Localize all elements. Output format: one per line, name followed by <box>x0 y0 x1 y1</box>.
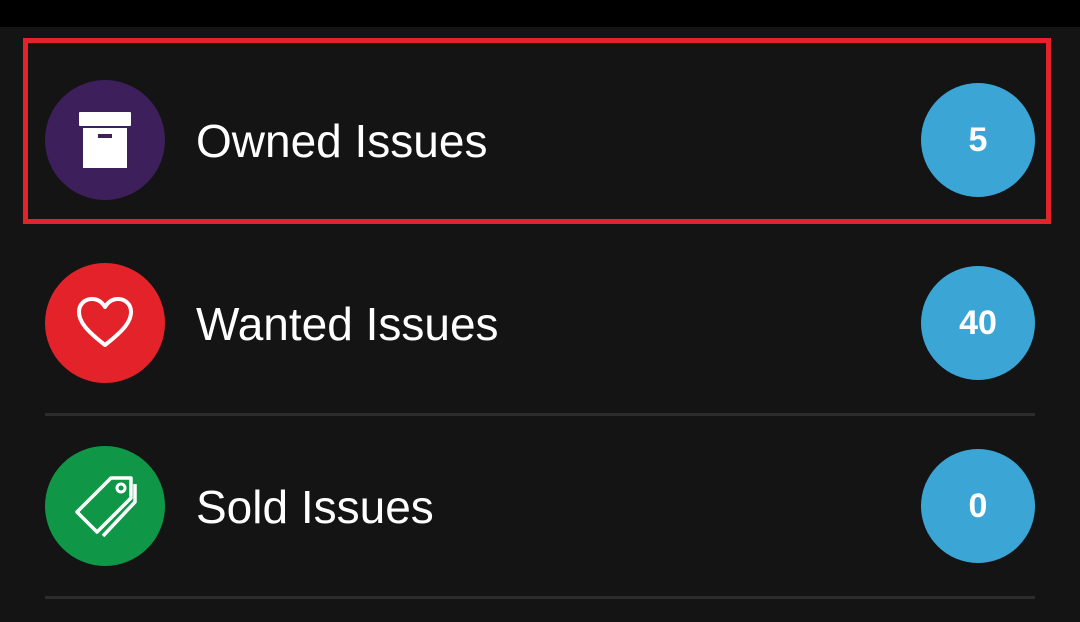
owned-issues-icon-circle <box>45 80 165 200</box>
wanted-issues-label: Wanted Issues <box>196 298 499 350</box>
list-item-sold-issues[interactable]: Sold Issues 0 <box>0 416 1080 599</box>
wanted-issues-icon-circle <box>45 263 165 383</box>
owned-issues-label: Owned Issues <box>196 115 488 167</box>
sold-issues-icon-circle <box>45 446 165 566</box>
divider <box>45 596 1035 599</box>
status-bar <box>0 0 1080 27</box>
sold-issues-label: Sold Issues <box>196 481 434 533</box>
price-tag-icon <box>75 476 137 538</box>
archive-box-icon <box>79 112 131 168</box>
wanted-issues-count-badge: 40 <box>921 266 1035 380</box>
owned-issues-count-badge: 5 <box>921 83 1035 197</box>
heart-icon <box>77 297 133 347</box>
list-item-owned-issues[interactable]: Owned Issues 5 <box>0 50 1080 233</box>
list-item-wanted-issues[interactable]: Wanted Issues 40 <box>0 233 1080 416</box>
sold-issues-count-badge: 0 <box>921 449 1035 563</box>
